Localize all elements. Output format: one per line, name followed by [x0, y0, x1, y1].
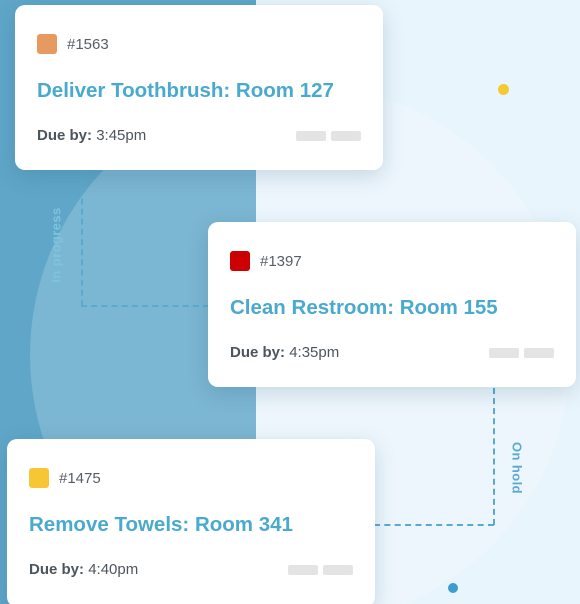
connector-in-progress-horizontal — [81, 305, 209, 307]
ticket-id: #1397 — [260, 252, 302, 270]
due-info: Due by: 4:40pm — [29, 561, 138, 578]
task-card-header: #1475 — [29, 467, 353, 489]
on-hold-label: On hold — [509, 442, 525, 494]
task-card-1563[interactable]: #1563 Deliver Toothbrush: Room 127 Due b… — [15, 5, 383, 170]
blue-dot-decoration — [448, 583, 458, 593]
placeholder-bar — [489, 347, 519, 358]
connector-in-progress-vertical — [81, 168, 83, 306]
due-label: Due by: — [37, 127, 93, 144]
placeholder-bar — [323, 564, 353, 575]
placeholder-bar — [331, 130, 361, 141]
priority-color-swatch — [29, 468, 49, 488]
due-label: Due by: — [29, 561, 85, 578]
priority-color-swatch — [37, 34, 57, 54]
ticket-id: #1475 — [59, 469, 101, 487]
placeholder-bar — [288, 564, 318, 575]
task-card-footer: Due by: 4:35pm — [230, 344, 554, 361]
due-time: 4:35pm — [289, 344, 340, 361]
due-info: Due by: 3:45pm — [37, 127, 146, 144]
task-card-1475[interactable]: #1475 Remove Towels: Room 341 Due by: 4:… — [7, 439, 375, 604]
in-progress-label: In progress — [48, 207, 64, 283]
avatar-placeholders — [296, 130, 361, 141]
yellow-dot-decoration — [498, 84, 509, 95]
avatar-placeholders — [288, 564, 353, 575]
due-time: 3:45pm — [96, 127, 147, 144]
task-card-header: #1397 — [230, 250, 554, 272]
task-card-header: #1563 — [37, 33, 361, 55]
placeholder-bar — [524, 347, 554, 358]
task-card-footer: Due by: 3:45pm — [37, 127, 361, 144]
due-label: Due by: — [230, 344, 286, 361]
task-board-illustration: In progress On hold #1563 Deliver Toothb… — [0, 0, 580, 604]
task-title: Clean Restroom: Room 155 — [230, 296, 498, 319]
due-time: 4:40pm — [88, 561, 139, 578]
priority-color-swatch — [230, 251, 250, 271]
due-info: Due by: 4:35pm — [230, 344, 339, 361]
task-title: Deliver Toothbrush: Room 127 — [37, 79, 334, 102]
task-title: Remove Towels: Room 341 — [29, 513, 293, 536]
ticket-id: #1563 — [67, 35, 109, 53]
connector-on-hold-horizontal — [374, 524, 494, 526]
task-card-1397[interactable]: #1397 Clean Restroom: Room 155 Due by: 4… — [208, 222, 576, 387]
placeholder-bar — [296, 130, 326, 141]
task-card-footer: Due by: 4:40pm — [29, 561, 353, 578]
connector-on-hold-vertical — [493, 388, 495, 525]
avatar-placeholders — [489, 347, 554, 358]
